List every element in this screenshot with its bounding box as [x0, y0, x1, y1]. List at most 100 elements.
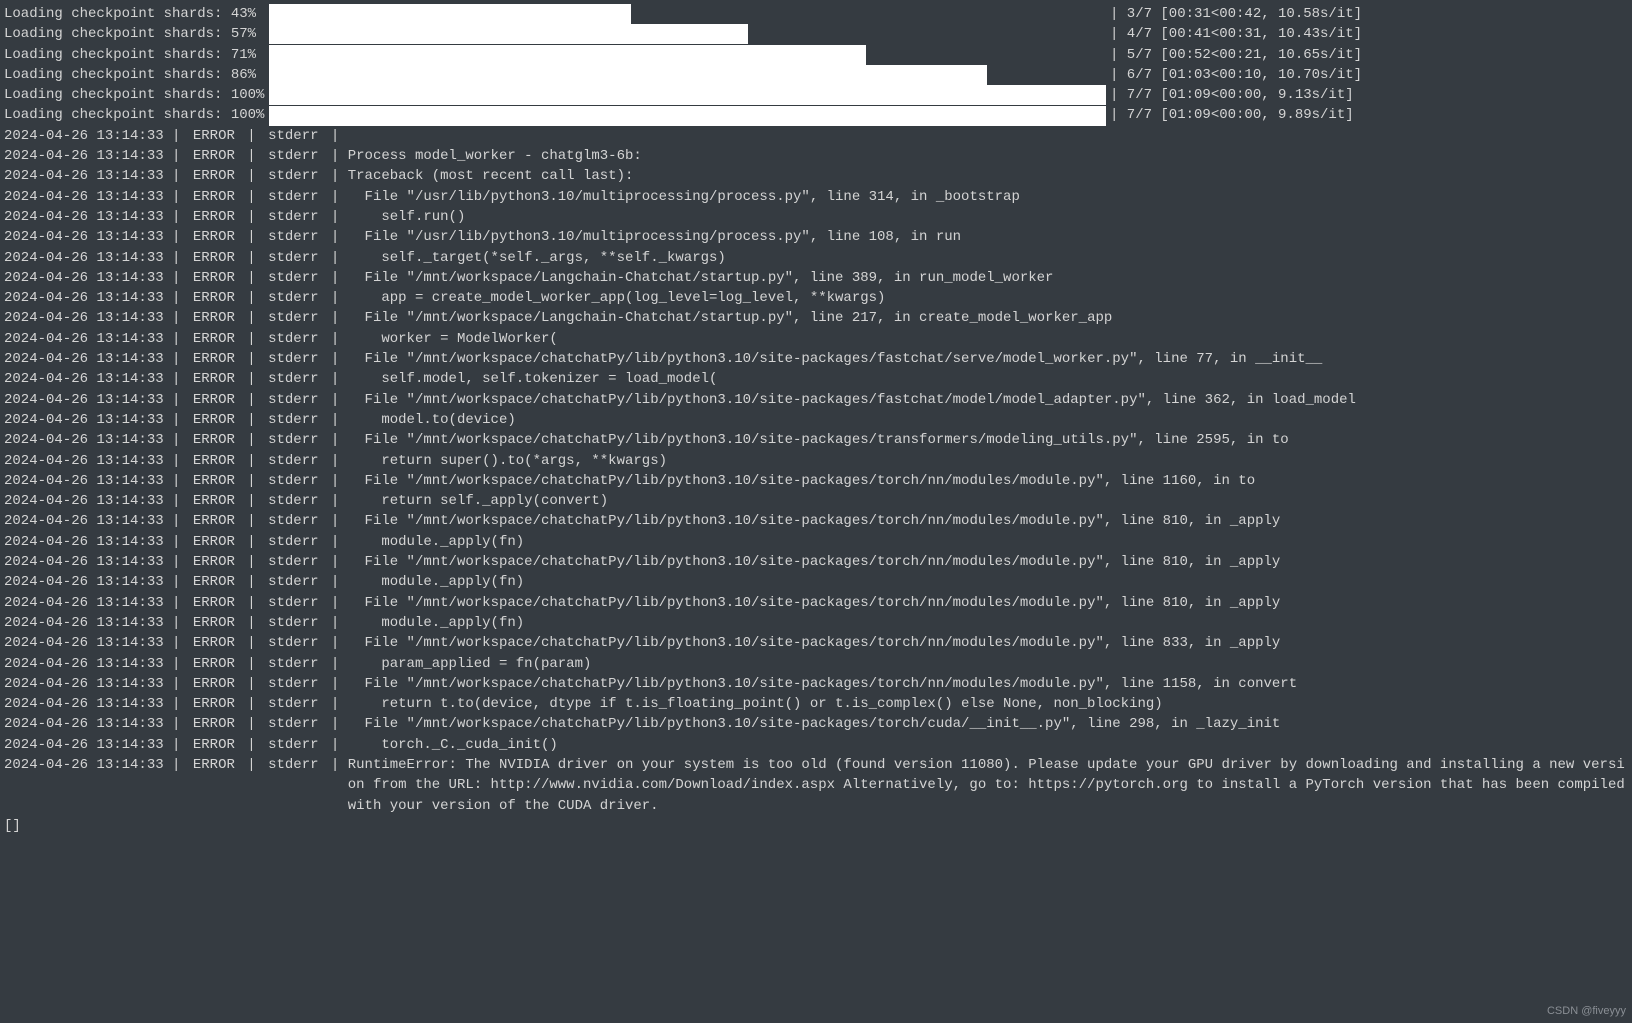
cursor-line: [] [4, 816, 1628, 836]
separator: | [164, 491, 189, 511]
log-stream: stderr [264, 166, 322, 186]
separator: | [239, 410, 264, 430]
log-level: ERROR [189, 511, 239, 531]
log-stream: stderr [264, 654, 322, 674]
progress-stats: | 7/7 [01:09<00:00, 9.13s/it] [1110, 85, 1354, 105]
separator: | [164, 308, 189, 328]
log-level: ERROR [189, 126, 239, 146]
log-timestamp: 2024-04-26 13:14:33 [4, 654, 164, 674]
log-message: module._apply(fn) [348, 613, 524, 633]
progress-line: Loading checkpoint shards: 57%| 4/7 [00:… [4, 24, 1628, 44]
separator: | [164, 349, 189, 369]
log-message: File "/mnt/workspace/chatchatPy/lib/pyth… [348, 390, 1356, 410]
separator: | [164, 532, 189, 552]
separator: | [239, 227, 264, 247]
log-line: 2024-04-26 13:14:33 | ERROR | stderr | [4, 126, 1628, 146]
log-timestamp: 2024-04-26 13:14:33 [4, 390, 164, 410]
separator: | [239, 694, 264, 714]
separator: | [239, 714, 264, 734]
separator: | [239, 491, 264, 511]
separator: | [239, 572, 264, 592]
log-timestamp: 2024-04-26 13:14:33 [4, 511, 164, 531]
progress-bar [269, 106, 1106, 126]
log-message: File "/mnt/workspace/chatchatPy/lib/pyth… [348, 674, 1297, 694]
log-timestamp: 2024-04-26 13:14:33 [4, 451, 164, 471]
separator: | [239, 166, 264, 186]
log-message: File "/mnt/workspace/chatchatPy/lib/pyth… [348, 430, 1289, 450]
log-stream: stderr [264, 757, 322, 773]
separator: | [239, 288, 264, 308]
log-level: ERROR [189, 207, 239, 227]
log-level: ERROR [189, 694, 239, 714]
separator: | [164, 146, 189, 166]
separator: | [239, 268, 264, 288]
log-stream: stderr [264, 532, 322, 552]
log-message: module._apply(fn) [348, 572, 524, 592]
separator: | [239, 552, 264, 572]
separator: | [164, 268, 189, 288]
log-stream: stderr [264, 268, 322, 288]
separator: | [164, 207, 189, 227]
separator: | [239, 430, 264, 450]
log-stream: stderr [264, 572, 322, 592]
separator: | [239, 471, 264, 491]
separator: | [164, 187, 189, 207]
log-stream: stderr [264, 410, 322, 430]
separator: | [164, 126, 189, 146]
log-level: ERROR [189, 187, 239, 207]
log-line: 2024-04-26 13:14:33 | ERROR | stderr | F… [4, 349, 1628, 369]
separator: | [164, 451, 189, 471]
log-timestamp: 2024-04-26 13:14:33 [4, 187, 164, 207]
separator: | [323, 757, 348, 773]
log-line: 2024-04-26 13:14:33 | ERROR | stderr | F… [4, 227, 1628, 247]
separator: | [323, 227, 348, 247]
separator: | [164, 248, 189, 268]
log-stream: stderr [264, 430, 322, 450]
log-level: ERROR [189, 572, 239, 592]
log-level: ERROR [189, 166, 239, 186]
separator: | [239, 248, 264, 268]
log-level: ERROR [189, 451, 239, 471]
log-timestamp: 2024-04-26 13:14:33 [4, 430, 164, 450]
log-message: param_applied = fn(param) [348, 654, 592, 674]
log-level: ERROR [189, 532, 239, 552]
log-message: File "/mnt/workspace/chatchatPy/lib/pyth… [348, 552, 1281, 572]
log-message: File "/mnt/workspace/Langchain-Chatchat/… [348, 268, 1054, 288]
log-message: File "/usr/lib/python3.10/multiprocessin… [348, 227, 961, 247]
log-stream: stderr [264, 593, 322, 613]
log-level: ERROR [189, 369, 239, 389]
log-timestamp: 2024-04-26 13:14:33 [4, 146, 164, 166]
log-level: ERROR [189, 349, 239, 369]
log-line: 2024-04-26 13:14:33 | ERROR | stderr | F… [4, 633, 1628, 653]
log-level: ERROR [189, 227, 239, 247]
log-section: 2024-04-26 13:14:33 | ERROR | stderr | 2… [4, 126, 1628, 816]
separator: | [239, 511, 264, 531]
log-timestamp: 2024-04-26 13:14:33 [4, 410, 164, 430]
separator: | [164, 714, 189, 734]
log-timestamp: 2024-04-26 13:14:33 [4, 633, 164, 653]
separator: | [323, 390, 348, 410]
log-message: self.run() [348, 207, 466, 227]
separator: | [323, 288, 348, 308]
log-timestamp: 2024-04-26 13:14:33 [4, 532, 164, 552]
log-message: File "/mnt/workspace/chatchatPy/lib/pyth… [348, 633, 1281, 653]
log-timestamp: 2024-04-26 13:14:33 [4, 471, 164, 491]
separator: | [239, 735, 264, 755]
log-message: module._apply(fn) [348, 532, 524, 552]
separator: | [323, 491, 348, 511]
progress-stats: | 6/7 [01:03<00:10, 10.70s/it] [1110, 65, 1362, 85]
log-stream: stderr [264, 735, 322, 755]
separator: | [164, 410, 189, 430]
separator: | [239, 633, 264, 653]
separator: | [323, 552, 348, 572]
log-timestamp: 2024-04-26 13:14:33 [4, 552, 164, 572]
progress-label: Loading checkpoint shards: 71% [4, 45, 269, 65]
progress-bar [269, 4, 631, 24]
log-timestamp: 2024-04-26 13:14:33 [4, 126, 164, 146]
progress-line: Loading checkpoint shards: 100%| 7/7 [01… [4, 105, 1628, 125]
separator: | [239, 654, 264, 674]
separator: | [323, 654, 348, 674]
log-message: app = create_model_worker_app(log_level=… [348, 288, 886, 308]
log-level: ERROR [189, 430, 239, 450]
log-timestamp: 2024-04-26 13:14:33 [4, 674, 164, 694]
